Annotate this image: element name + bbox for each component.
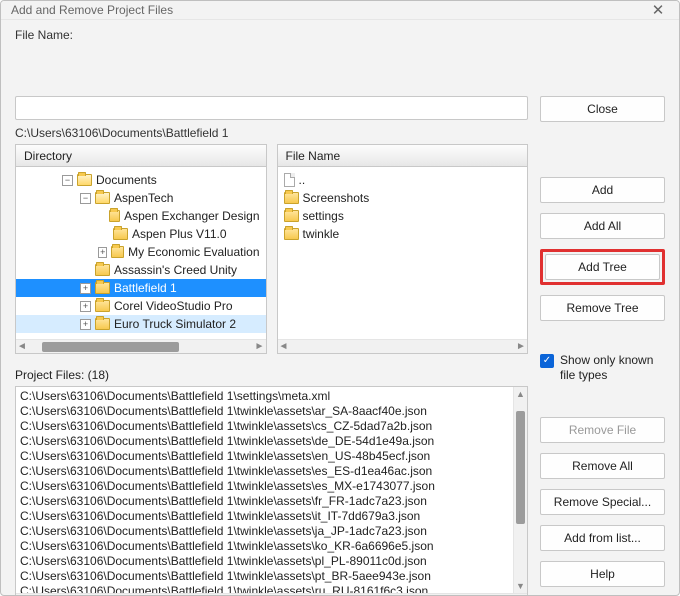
collapse-icon[interactable]: − xyxy=(62,175,73,186)
file-list[interactable]: .. Screenshots settings twinkle xyxy=(278,167,528,339)
folder-icon xyxy=(109,210,120,222)
tree-item-label: Assassin's Creed Unity xyxy=(114,263,237,277)
file-item-label: .. xyxy=(299,173,306,187)
expand-icon[interactable]: + xyxy=(80,301,91,312)
tree-item[interactable]: + My Economic Evaluation xyxy=(16,243,266,261)
folder-icon xyxy=(95,282,110,294)
folder-icon xyxy=(95,192,110,204)
file-item[interactable]: settings xyxy=(278,207,528,225)
collapse-icon[interactable]: − xyxy=(80,193,91,204)
tree-item-label: AspenTech xyxy=(114,191,173,205)
directory-header: Directory xyxy=(16,145,266,167)
filelist-hscroll[interactable]: ◄ ► xyxy=(278,339,528,353)
project-files-panel: C:\Users\63106\Documents\Battlefield 1\s… xyxy=(15,386,528,596)
directory-tree[interactable]: −Documents−AspenTechAspen Exchanger Desi… xyxy=(16,167,266,339)
titlebar: Add and Remove Project Files ✕ xyxy=(1,1,679,20)
folder-icon xyxy=(111,246,124,258)
tree-item[interactable]: Aspen Plus V11.0 xyxy=(16,225,266,243)
show-known-filetypes-checkbox[interactable]: ✓ Show only known file types xyxy=(540,353,665,383)
file-item[interactable]: twinkle xyxy=(278,225,528,243)
add-button[interactable]: Add xyxy=(540,177,665,203)
tree-item-label: My Economic Evaluation xyxy=(128,245,259,259)
file-item-label: settings xyxy=(303,209,344,223)
project-file-item[interactable]: C:\Users\63106\Documents\Battlefield 1\t… xyxy=(20,419,509,434)
remove-tree-button[interactable]: Remove Tree xyxy=(540,295,665,321)
project-file-item[interactable]: C:\Users\63106\Documents\Battlefield 1\t… xyxy=(20,434,509,449)
folder-icon xyxy=(284,228,299,240)
dialog-window: Add and Remove Project Files ✕ File Name… xyxy=(0,0,680,596)
folder-icon xyxy=(77,174,92,186)
remove-file-button[interactable]: Remove File xyxy=(540,417,665,443)
tree-item-label: Documents xyxy=(96,173,157,187)
file-item-label: Screenshots xyxy=(303,191,370,205)
folder-icon xyxy=(284,192,299,204)
remove-special-button[interactable]: Remove Special... xyxy=(540,489,665,515)
add-from-list-button[interactable]: Add from list... xyxy=(540,525,665,551)
project-file-item[interactable]: C:\Users\63106\Documents\Battlefield 1\t… xyxy=(20,524,509,539)
directory-panel: Directory −Documents−AspenTechAspen Exch… xyxy=(15,144,267,354)
project-file-item[interactable]: C:\Users\63106\Documents\Battlefield 1\t… xyxy=(20,404,509,419)
project-file-item[interactable]: C:\Users\63106\Documents\Battlefield 1\t… xyxy=(20,449,509,464)
tree-item-label: Aspen Exchanger Design xyxy=(124,209,259,223)
add-tree-button[interactable]: Add Tree xyxy=(545,254,660,280)
add-all-button[interactable]: Add All xyxy=(540,213,665,239)
file-item[interactable]: .. xyxy=(278,171,528,189)
project-file-item[interactable]: C:\Users\63106\Documents\Battlefield 1\t… xyxy=(20,554,509,569)
filelist-panel: File Name .. Screenshots settings twinkle ◄… xyxy=(277,144,529,354)
checkbox-label: Show only known file types xyxy=(560,353,665,383)
remove-all-button[interactable]: Remove All xyxy=(540,453,665,479)
project-file-item[interactable]: C:\Users\63106\Documents\Battlefield 1\t… xyxy=(20,464,509,479)
current-path: C:\Users\63106\Documents\Battlefield 1 xyxy=(15,126,528,140)
filename-label-row: File Name: xyxy=(15,28,665,42)
tree-item[interactable]: Assassin's Creed Unity xyxy=(16,261,266,279)
tree-item-label: Corel VideoStudio Pro xyxy=(114,299,233,313)
folder-icon xyxy=(95,264,110,276)
expand-icon[interactable]: + xyxy=(80,283,91,294)
project-files-label: Project Files: (18) xyxy=(15,368,528,382)
document-icon xyxy=(284,173,295,187)
close-button[interactable]: Close xyxy=(540,96,665,122)
close-icon[interactable]: ✕ xyxy=(647,1,669,19)
expand-icon[interactable]: + xyxy=(80,319,91,330)
folder-icon xyxy=(95,318,110,330)
directory-hscroll[interactable]: ◄ ► xyxy=(16,339,266,353)
project-file-item[interactable]: C:\Users\63106\Documents\Battlefield 1\t… xyxy=(20,539,509,554)
tree-item[interactable]: + Euro Truck Simulator 2 xyxy=(16,315,266,333)
filelist-header: File Name xyxy=(278,145,528,167)
project-file-item[interactable]: C:\Users\63106\Documents\Battlefield 1\t… xyxy=(20,494,509,509)
tree-item-label: Battlefield 1 xyxy=(114,281,177,295)
project-file-item[interactable]: C:\Users\63106\Documents\Battlefield 1\t… xyxy=(20,509,509,524)
tree-item-label: Euro Truck Simulator 2 xyxy=(114,317,236,331)
window-title: Add and Remove Project Files xyxy=(11,3,173,17)
tree-item[interactable]: − Documents xyxy=(16,171,266,189)
tree-item[interactable]: Aspen Exchanger Design xyxy=(16,207,266,225)
help-button[interactable]: Help xyxy=(540,561,665,587)
project-file-item[interactable]: C:\Users\63106\Documents\Battlefield 1\t… xyxy=(20,569,509,584)
tree-item[interactable]: + Battlefield 1 xyxy=(16,279,266,297)
tree-item[interactable]: + Corel VideoStudio Pro xyxy=(16,297,266,315)
checkmark-icon: ✓ xyxy=(540,354,554,368)
project-files-vscroll[interactable]: ▲ ▼ xyxy=(513,387,527,593)
tree-item-label: Aspen Plus V11.0 xyxy=(132,227,227,241)
project-file-item[interactable]: C:\Users\63106\Documents\Battlefield 1\t… xyxy=(20,584,509,593)
project-file-item[interactable]: C:\Users\63106\Documents\Battlefield 1\s… xyxy=(20,389,509,404)
expand-icon[interactable]: + xyxy=(98,247,107,258)
project-files-list[interactable]: C:\Users\63106\Documents\Battlefield 1\s… xyxy=(16,387,513,593)
add-tree-highlight: Add Tree xyxy=(540,249,665,285)
file-item[interactable]: Screenshots xyxy=(278,189,528,207)
tree-item[interactable]: − AspenTech xyxy=(16,189,266,207)
file-item-label: twinkle xyxy=(303,227,340,241)
project-file-item[interactable]: C:\Users\63106\Documents\Battlefield 1\t… xyxy=(20,479,509,494)
filename-input[interactable] xyxy=(15,96,528,120)
folder-icon xyxy=(113,228,128,240)
folder-icon xyxy=(95,300,110,312)
folder-icon xyxy=(284,210,299,222)
filename-label: File Name: xyxy=(15,28,73,42)
